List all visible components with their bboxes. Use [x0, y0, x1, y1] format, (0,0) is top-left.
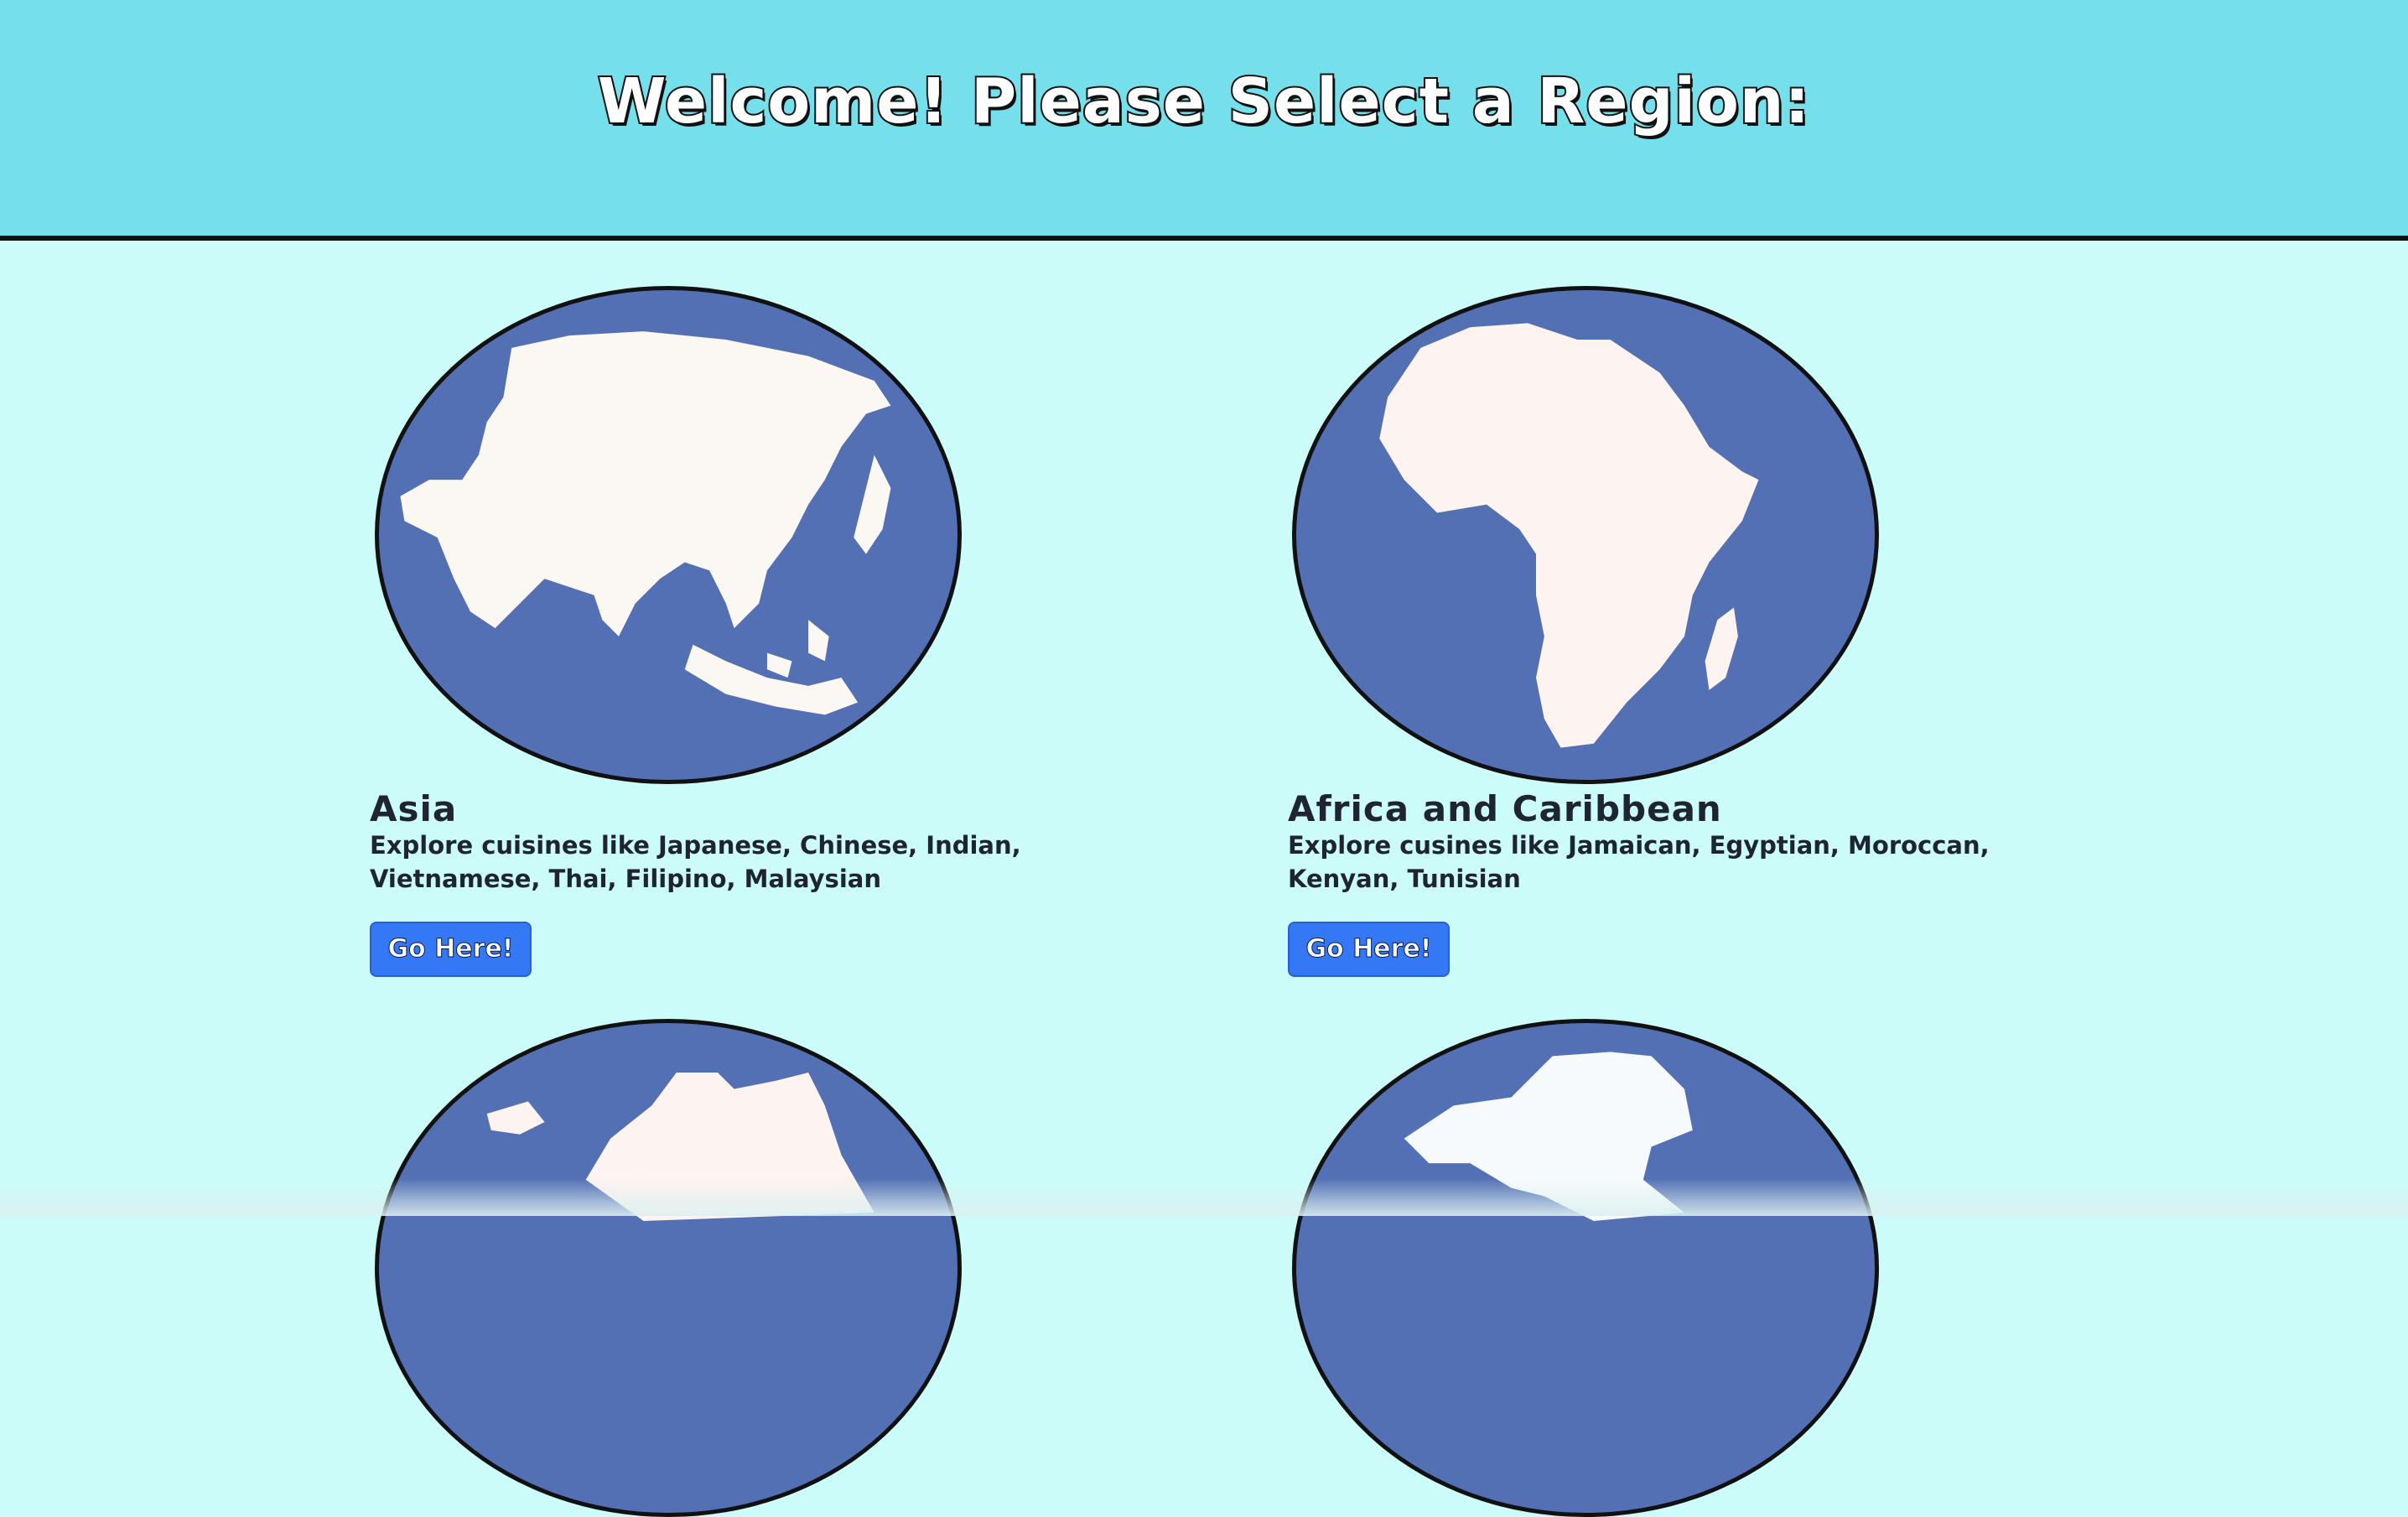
north-america-map-icon[interactable] [1292, 1019, 1879, 1517]
region-name-africa-caribbean: Africa and Caribbean [1288, 788, 1722, 829]
page-title: Welcome! Please Select a Region: [596, 64, 1811, 139]
asia-map-graphic [400, 331, 891, 715]
page-header: Welcome! Please Select a Region: [0, 0, 2408, 241]
asia-map-icon[interactable] [375, 286, 962, 784]
region-description-africa-caribbean: Explore cusines like Jamaican, Egyptian,… [1288, 831, 1990, 893]
north-america-map-graphic [1404, 1052, 1693, 1221]
europe-map-icon[interactable] [375, 1019, 962, 1517]
europe-map-graphic [486, 1072, 874, 1221]
africa-map-graphic [1379, 323, 1759, 748]
region-description-asia: Explore cuisines like Japanese, Chinese,… [370, 831, 1021, 893]
go-here-button-asia[interactable]: Go Here! [370, 922, 532, 977]
bottom-fade-overlay [0, 1178, 2408, 1216]
africa-map-icon[interactable] [1292, 286, 1879, 784]
go-here-button-africa-caribbean[interactable]: Go Here! [1288, 922, 1450, 977]
region-name-asia: Asia [370, 788, 458, 829]
